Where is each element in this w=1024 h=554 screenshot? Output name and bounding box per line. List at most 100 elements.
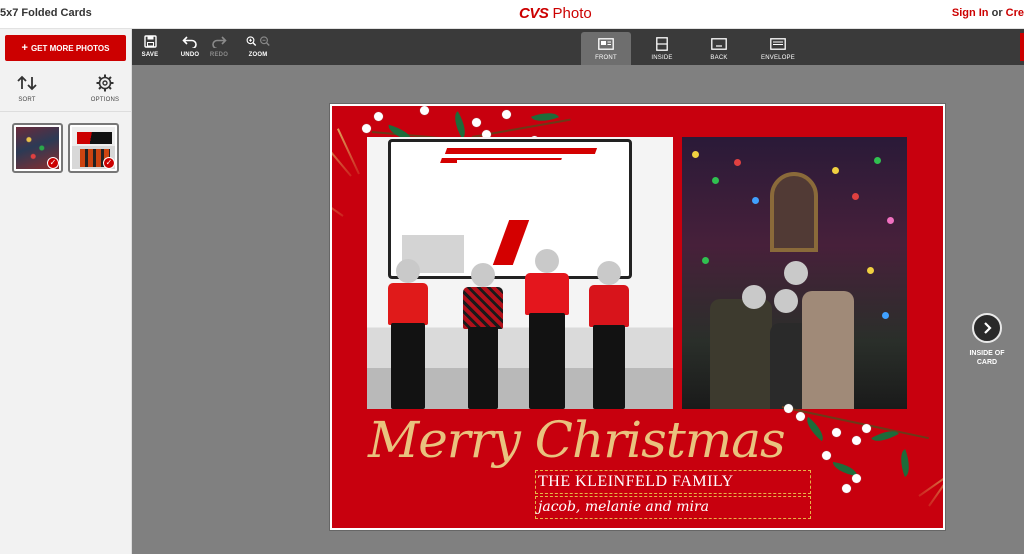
- holly-leaf: [895, 449, 915, 477]
- decorated-doorway: [770, 172, 818, 252]
- blurred-face: [774, 289, 798, 313]
- christmas-light: [702, 257, 709, 264]
- sidebar-divider: [0, 111, 131, 112]
- zoom-button[interactable]: ZOOM: [246, 33, 270, 61]
- zoom-in-icon[interactable]: [246, 34, 270, 48]
- christmas-light: [882, 312, 889, 319]
- auth-links: Sign In or Cre: [952, 7, 1024, 19]
- berry-decoration: [862, 424, 871, 433]
- next-side-button[interactable]: [972, 313, 1002, 343]
- zoom-icons: [246, 33, 270, 49]
- christmas-light: [874, 157, 881, 164]
- shirt: [589, 285, 629, 327]
- envelope-icon: [753, 35, 803, 53]
- next-label-line2: CARD: [976, 359, 998, 366]
- checkmark-icon: ✓: [103, 157, 115, 169]
- undo-label: UNDO: [180, 52, 200, 58]
- redo-label: REDO: [209, 52, 229, 58]
- sort-label: SORT: [18, 97, 36, 103]
- save-label: SAVE: [141, 52, 159, 58]
- photo-thumbnail[interactable]: ✓: [12, 123, 63, 173]
- options-button[interactable]: OPTIONS: [80, 73, 130, 103]
- christmas-light: [867, 267, 874, 274]
- blurred-face: [471, 263, 495, 287]
- holly-leaf: [801, 416, 829, 442]
- undo-icon: [180, 33, 200, 49]
- berry-decoration: [852, 436, 861, 445]
- brand-logo[interactable]: CVS Photo: [519, 5, 592, 22]
- berry-decoration: [822, 451, 831, 460]
- tab-back-label: BACK: [710, 55, 728, 61]
- chevron-right-icon: [984, 322, 992, 334]
- gold-leaf-decoration: [336, 128, 360, 175]
- dance-group-photo[interactable]: [367, 137, 673, 409]
- pants: [468, 327, 498, 409]
- family-name-text: THE KLEINFELD FAMILY: [538, 473, 734, 490]
- berry-decoration: [796, 412, 805, 421]
- photo-sidebar: + GET MORE PHOTOS SORT OPTIONS ✓ ✓: [0, 29, 132, 554]
- berry-decoration: [420, 106, 429, 115]
- person-figure: [802, 291, 854, 409]
- blurred-face: [396, 259, 420, 283]
- blurred-face: [597, 261, 621, 285]
- card-back-icon: [697, 35, 741, 53]
- berry-decoration: [784, 404, 793, 413]
- sort-button[interactable]: SORT: [2, 73, 52, 103]
- tab-front[interactable]: FRONT: [581, 32, 631, 65]
- person-figure: [710, 299, 772, 409]
- christmas-light: [832, 167, 839, 174]
- person-figure: [379, 259, 437, 409]
- tab-inside-label: INSIDE: [651, 55, 673, 61]
- family-text-box[interactable]: THE KLEINFELD FAMILY: [535, 470, 811, 494]
- plus-icon: +: [21, 42, 28, 54]
- person-figure: [579, 261, 639, 409]
- banner-stripe: [444, 148, 598, 154]
- blurred-face: [784, 261, 808, 285]
- redo-icon: [208, 33, 230, 49]
- sign-in-link[interactable]: Sign In: [952, 7, 989, 19]
- christmas-light: [852, 193, 859, 200]
- get-more-photos-label: GET MORE PHOTOS: [30, 43, 110, 53]
- card-canvas: Merry Christmas THE KLEINFELD FAMILY jac…: [332, 106, 943, 528]
- gear-icon: [80, 73, 130, 93]
- shirt: [463, 287, 503, 329]
- greeting-text[interactable]: Merry Christmas: [368, 411, 786, 469]
- redaction-box: [457, 160, 565, 198]
- names-text-box[interactable]: jacob, melanie and mira: [535, 496, 811, 519]
- photo-thumbnail[interactable]: ✓: [68, 123, 119, 173]
- berry-decoration: [374, 112, 383, 121]
- create-account-link[interactable]: Cre: [1006, 7, 1024, 19]
- sidebar-tools: SORT OPTIONS: [0, 69, 131, 109]
- editor-toolbar: SAVE UNDO REDO ZOOM FRONT INSIDE BACK EN…: [132, 29, 1024, 65]
- brand-name: CVS: [519, 5, 549, 22]
- get-more-photos-button[interactable]: + GET MORE PHOTOS: [5, 35, 126, 61]
- gold-leaf-decoration: [332, 137, 352, 177]
- christmas-light: [712, 177, 719, 184]
- redo-button[interactable]: REDO: [208, 33, 230, 61]
- save-button[interactable]: SAVE: [140, 33, 160, 61]
- design-workspace: Merry Christmas THE KLEINFELD FAMILY jac…: [132, 65, 1024, 554]
- christmas-family-photo[interactable]: [682, 137, 907, 409]
- undo-button[interactable]: UNDO: [180, 33, 200, 61]
- christmas-light: [692, 151, 699, 158]
- person-figure: [515, 249, 579, 409]
- pants: [593, 325, 625, 409]
- toolbar-edge-button[interactable]: [1020, 33, 1024, 61]
- or-text: or: [991, 7, 1003, 19]
- branch-decoration: [781, 406, 929, 440]
- berry-decoration: [842, 484, 851, 493]
- blurred-face: [535, 249, 559, 273]
- names-text: jacob, melanie and mira: [538, 499, 710, 515]
- next-side-label[interactable]: INSIDE OF CARD: [957, 349, 1017, 367]
- tab-back[interactable]: BACK: [697, 32, 741, 65]
- berry-decoration: [852, 474, 861, 483]
- tab-inside[interactable]: INSIDE: [639, 32, 685, 65]
- pants: [391, 323, 425, 409]
- berry-decoration: [502, 110, 511, 119]
- tab-envelope[interactable]: ENVELOPE: [753, 32, 803, 65]
- top-header: 5x7 Folded Cards CVS Photo Sign In or Cr…: [0, 0, 1024, 29]
- christmas-light: [734, 159, 741, 166]
- floppy-icon: [140, 33, 160, 49]
- holly-leaf: [449, 111, 471, 139]
- christmas-light: [752, 197, 759, 204]
